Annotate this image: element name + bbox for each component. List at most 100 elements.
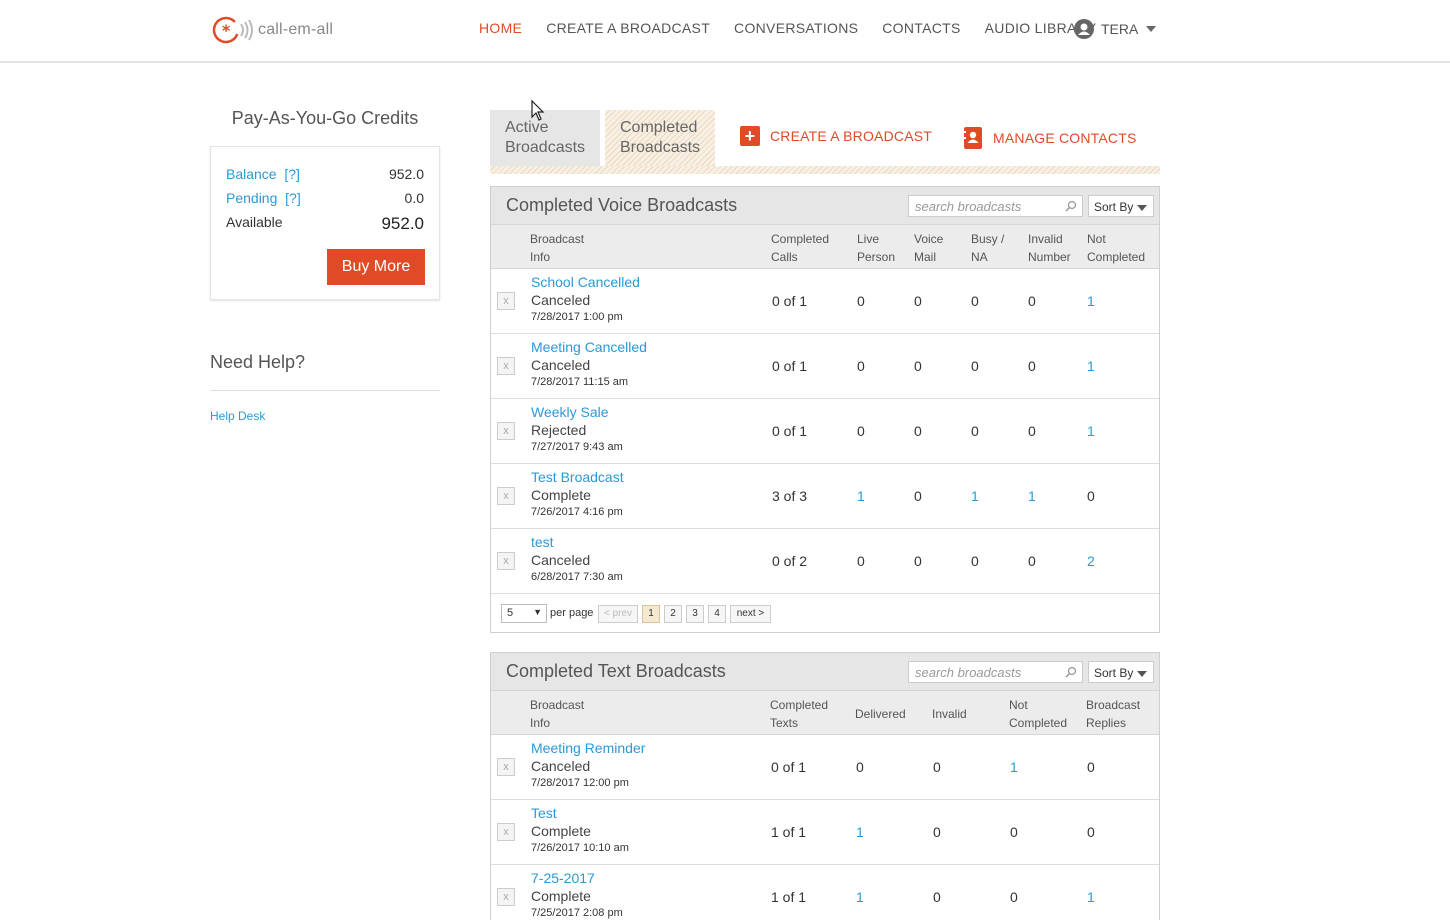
broadcast-name-link[interactable]: Weekly Sale <box>531 404 609 420</box>
nav-home[interactable]: HOME <box>479 20 522 36</box>
table-row: x Meeting Reminder Canceled 7/28/2017 12:00… <box>491 735 1159 800</box>
sort-by-select[interactable]: Sort By <box>1088 195 1154 217</box>
delete-row-button[interactable]: x <box>497 552 515 570</box>
panel-title: Completed Text Broadcasts <box>506 661 726 681</box>
col-busy-na[interactable]: Busy / NA <box>971 230 1011 266</box>
pending-label[interactable]: Pending [?] <box>226 190 301 206</box>
col-completed-texts[interactable]: Completed Texts <box>770 696 840 732</box>
tab-completed-broadcasts[interactable]: Completed Broadcasts <box>605 110 715 166</box>
voice-mail-cell: 0 <box>914 293 922 309</box>
broadcast-name-link[interactable]: test <box>531 534 554 550</box>
chevron-down-icon <box>1137 671 1147 677</box>
col-delivered[interactable]: Delivered <box>855 705 906 723</box>
live-person-cell: 0 <box>857 293 865 309</box>
broadcast-name-link[interactable]: Test <box>531 805 557 821</box>
broadcast-date: 7/25/2017 2:08 pm <box>531 907 623 919</box>
not-completed-cell[interactable]: 1 <box>1087 293 1095 309</box>
not-completed-cell[interactable]: 1 <box>1010 759 1018 775</box>
broadcast-replies-cell[interactable]: 1 <box>1087 889 1095 905</box>
not-completed-cell[interactable]: 2 <box>1087 553 1095 569</box>
broadcast-name-link[interactable]: Test Broadcast <box>531 469 624 485</box>
delete-row-button[interactable]: x <box>497 422 515 440</box>
delete-row-button[interactable]: x <box>497 487 515 505</box>
page-3-button[interactable]: 3 <box>686 605 704 623</box>
broadcast-name-link[interactable]: Meeting Cancelled <box>531 339 647 355</box>
per-page-select[interactable]: 5 ▼ <box>501 604 547 623</box>
completed-texts-cell: 0 of 1 <box>771 759 807 775</box>
page-2-button[interactable]: 2 <box>664 605 682 623</box>
col-voice-mail[interactable]: Voice Mail <box>914 230 954 266</box>
page-4-button[interactable]: 4 <box>708 605 726 623</box>
delete-row-button[interactable]: x <box>497 758 515 776</box>
delivered-cell[interactable]: 1 <box>856 824 864 840</box>
not-completed-cell[interactable]: 1 <box>1087 423 1095 439</box>
voice-mail-cell: 0 <box>914 358 922 374</box>
nav-conversations[interactable]: CONVERSATIONS <box>734 20 858 36</box>
broadcast-name-link[interactable]: 7-25-2017 <box>531 870 595 886</box>
broadcast-name-link[interactable]: School Cancelled <box>531 274 640 290</box>
broadcast-replies-cell: 0 <box>1087 824 1095 840</box>
col-broadcast-replies[interactable]: Broadcast Replies <box>1086 696 1156 732</box>
table-row: x Weekly Sale Rejected 7/27/2017 9:43 am 0 o… <box>491 399 1159 464</box>
busy-na-cell: 0 <box>971 293 979 309</box>
delivered-cell[interactable]: 1 <box>856 889 864 905</box>
delete-row-button[interactable]: x <box>497 888 515 906</box>
not-completed-cell[interactable]: 1 <box>1087 358 1095 374</box>
logo-icon: * <box>212 16 253 44</box>
delete-row-button[interactable]: x <box>497 823 515 841</box>
contacts-book-icon <box>963 127 982 149</box>
divider <box>210 390 440 391</box>
search-placeholder: search broadcasts <box>915 665 1022 680</box>
col-invalid-number[interactable]: Invalid Number <box>1028 230 1078 266</box>
manage-contacts-button[interactable]: MANAGE CONTACTS <box>963 126 1137 150</box>
logo[interactable]: * call-em-all <box>210 14 333 46</box>
col-live-person[interactable]: Live Person <box>857 230 907 266</box>
voice-broadcasts-panel: Completed Voice Broadcasts search broadc… <box>490 186 1160 633</box>
delete-row-button[interactable]: x <box>497 292 515 310</box>
broadcast-date: 7/28/2017 1:00 pm <box>531 311 623 323</box>
prev-page-button[interactable]: < prev <box>598 605 638 623</box>
user-menu[interactable]: TERA <box>1074 19 1157 39</box>
available-label: Available <box>226 214 283 230</box>
balance-row: Balance [?] 952.0 <box>226 166 424 182</box>
busy-na-cell: 0 <box>971 358 979 374</box>
broadcast-status: Canceled <box>531 758 591 774</box>
completed-texts-cell: 1 of 1 <box>771 889 807 905</box>
balance-label[interactable]: Balance [?] <box>226 166 300 182</box>
next-page-button[interactable]: next > <box>730 605 771 623</box>
page-1-button[interactable]: 1 <box>642 605 660 623</box>
col-completed-calls[interactable]: Completed Calls <box>771 230 841 266</box>
tab-active-broadcasts[interactable]: Active Broadcasts <box>490 110 600 166</box>
completed-texts-cell: 1 of 1 <box>771 824 807 840</box>
voice-mail-cell: 0 <box>914 553 922 569</box>
broadcast-date: 7/28/2017 12:00 pm <box>531 777 629 789</box>
broadcast-date: 7/27/2017 9:43 am <box>531 441 623 453</box>
live-person-cell[interactable]: 1 <box>857 488 865 504</box>
broadcast-name-link[interactable]: Meeting Reminder <box>531 740 645 756</box>
invalid-number-cell[interactable]: 1 <box>1028 488 1036 504</box>
panel-title: Completed Voice Broadcasts <box>506 195 738 215</box>
col-broadcast-info[interactable]: Broadcast Info <box>530 230 600 266</box>
search-input[interactable]: search broadcasts <box>908 195 1083 217</box>
col-not-completed[interactable]: Not Completed <box>1087 230 1157 266</box>
table-row: x School Cancelled Canceled 7/28/2017 1:00 … <box>491 269 1159 334</box>
not-completed-cell: 0 <box>1010 824 1018 840</box>
invalid-number-cell: 0 <box>1028 358 1036 374</box>
invalid-number-cell: 0 <box>1028 423 1036 439</box>
nav-create-broadcast[interactable]: CREATE A BROADCAST <box>546 20 710 36</box>
col-invalid[interactable]: Invalid <box>932 705 967 723</box>
search-input[interactable]: search broadcasts <box>908 661 1083 683</box>
busy-na-cell[interactable]: 1 <box>971 488 979 504</box>
completed-calls-cell: 0 of 1 <box>772 423 808 439</box>
col-broadcast-info[interactable]: Broadcast Info <box>530 696 600 732</box>
sort-by-select[interactable]: Sort By <box>1088 661 1154 683</box>
help-desk-link[interactable]: Help Desk <box>210 409 265 423</box>
broadcast-date: 7/28/2017 11:15 am <box>531 376 629 388</box>
not-completed-cell: 0 <box>1087 488 1095 504</box>
col-not-completed[interactable]: Not Completed <box>1009 696 1079 732</box>
nav-contacts[interactable]: CONTACTS <box>882 20 960 36</box>
pagination: 5 ▼ per page < prev 1 2 3 4 next > <box>491 594 1159 632</box>
create-broadcast-button[interactable]: + CREATE A BROADCAST <box>740 126 932 146</box>
buy-more-button[interactable]: Buy More <box>327 249 425 285</box>
delete-row-button[interactable]: x <box>497 357 515 375</box>
